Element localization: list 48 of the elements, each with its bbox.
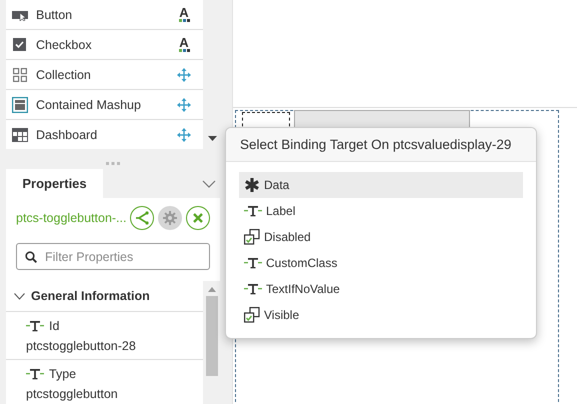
asterisk-icon bbox=[244, 177, 260, 193]
table-icon bbox=[12, 128, 28, 142]
grid-icon bbox=[12, 68, 26, 82]
section-header[interactable]: General Information bbox=[6, 281, 203, 312]
widget-item[interactable]: Button A bbox=[6, 0, 203, 30]
property-value: ptcstogglebutton bbox=[26, 387, 119, 401]
property-name: Type bbox=[49, 367, 76, 381]
boolean-type-icon bbox=[244, 307, 260, 323]
bindings-button[interactable] bbox=[130, 206, 154, 230]
widget-item[interactable]: Checkbox A bbox=[6, 30, 203, 60]
widget-item[interactable]: Contained Mashup bbox=[6, 90, 203, 120]
widget-item[interactable]: Collection bbox=[6, 60, 203, 90]
text-type-icon bbox=[244, 257, 262, 269]
binding-target-item[interactable]: Label bbox=[239, 198, 523, 224]
widget-item[interactable]: Dashboard bbox=[6, 120, 203, 149]
properties-tab[interactable]: Properties bbox=[6, 169, 103, 198]
scroll-up-icon[interactable] bbox=[208, 287, 216, 292]
binding-target-item[interactable]: TextIfNoValue bbox=[239, 276, 523, 302]
text-type-icon bbox=[244, 205, 262, 217]
text-type-icon bbox=[244, 283, 262, 295]
boolean-type-icon bbox=[244, 229, 260, 245]
button-widget-icon bbox=[12, 8, 28, 20]
binding-target-item[interactable]: Visible bbox=[239, 302, 523, 328]
search-icon bbox=[25, 251, 37, 263]
widget-name: ptcs-togglebutton-... bbox=[16, 211, 126, 225]
settings-button[interactable] bbox=[158, 206, 182, 230]
drag-handle-icon[interactable] bbox=[106, 162, 120, 165]
text-type-icon bbox=[26, 320, 44, 332]
caret-icon[interactable] bbox=[208, 136, 217, 141]
popup-title: Select Binding Target On ptcsvaluedisplay-29 bbox=[226, 128, 536, 162]
settings-icon bbox=[163, 211, 178, 225]
checkbox-widget-icon bbox=[13, 38, 26, 51]
window-icon bbox=[12, 96, 28, 112]
close-icon bbox=[193, 213, 204, 223]
text-type-icon bbox=[26, 368, 44, 380]
close-button[interactable] bbox=[186, 206, 210, 230]
property-name: Id bbox=[49, 319, 60, 333]
property-value: ptcstogglebutton-28 bbox=[26, 339, 137, 353]
move-icon bbox=[177, 98, 191, 112]
binding-target-item[interactable]: CustomClass bbox=[239, 250, 523, 276]
binding-target-item[interactable]: Disabled bbox=[239, 224, 523, 250]
move-icon bbox=[177, 68, 191, 82]
branch-icon bbox=[135, 211, 150, 225]
filter-field[interactable]: Filter Properties bbox=[16, 243, 210, 270]
move-icon bbox=[177, 128, 191, 142]
binding-target-item[interactable]: Data bbox=[239, 172, 523, 198]
chevron-down-icon[interactable] bbox=[202, 180, 216, 188]
scroll-thumb[interactable] bbox=[206, 296, 218, 376]
